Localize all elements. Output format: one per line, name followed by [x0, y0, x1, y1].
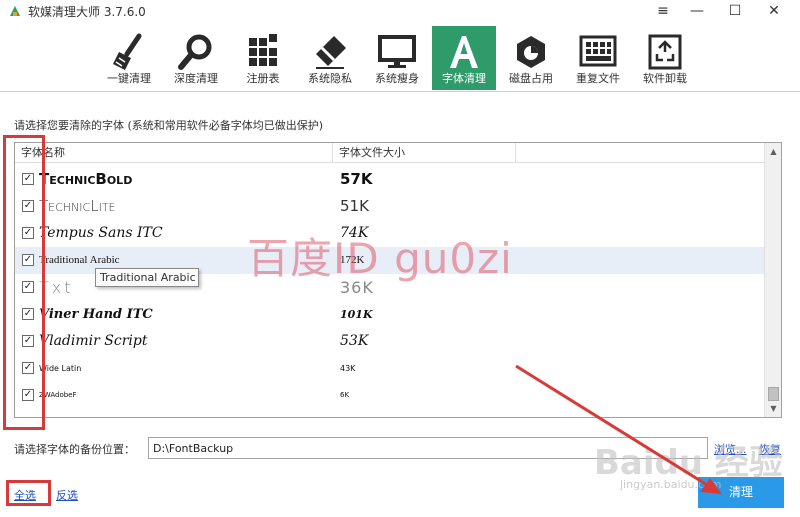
id-watermark: 百度ID gu0zi	[247, 234, 513, 283]
registry-blocks-icon	[231, 32, 295, 72]
tab-registry[interactable]: 注册表	[231, 26, 295, 90]
close-button[interactable]: ✕	[757, 0, 791, 22]
table-row[interactable]: ✓ ZWAdobeF 6K	[15, 382, 765, 409]
font-name: TechnicBold	[39, 170, 133, 188]
tab-duplicate-files[interactable]: 重复文件	[566, 26, 630, 90]
baidu-watermark: Baidu 经验	[594, 443, 783, 483]
window-title: 软媒清理大师 3.7.6.0	[28, 5, 146, 19]
scroll-up-arrow-icon[interactable]: ▲	[765, 143, 781, 160]
main-toolbar: 一键清理 深度清理 注册表 系统隐私 系统瘦身 字体清理 磁盘占用 重复文件 软…	[0, 22, 800, 92]
font-size: 53K	[340, 333, 369, 349]
font-name-tooltip: Traditional Arabic	[95, 268, 199, 287]
title-bar: 软媒清理大师 3.7.6.0 ≡ — ☐ ✕	[0, 0, 800, 22]
scroll-thumb[interactable]	[768, 387, 779, 401]
font-name: Wide Latin	[39, 364, 82, 373]
backup-location-label: 请选择字体的备份位置：	[14, 443, 135, 456]
table-row[interactable]: ✓ Vladimir Script 53K	[15, 328, 765, 355]
tool-label: 深度清理	[174, 72, 218, 85]
table-row[interactable]: ✓ Wide Latin 43K	[15, 355, 765, 382]
table-row[interactable]: ✓ Viner Hand ITC 101K	[15, 301, 765, 328]
tool-label: 系统瘦身	[375, 72, 419, 85]
font-size: 6K	[340, 391, 350, 399]
tool-label: 系统隐私	[308, 72, 352, 85]
column-header-file-size[interactable]: 字体文件大小	[333, 143, 516, 163]
tab-software-uninstall[interactable]: 软件卸载	[633, 26, 697, 90]
magnifier-icon	[164, 32, 228, 72]
vertical-scrollbar[interactable]: ▲ ▼	[764, 143, 781, 417]
table-header: 字体名称 字体文件大小	[15, 143, 765, 163]
tool-label: 重复文件	[576, 72, 620, 85]
tab-one-click-clean[interactable]: 一键清理	[97, 26, 161, 90]
tab-font-clean[interactable]: 字体清理	[432, 26, 496, 90]
tab-deep-clean[interactable]: 深度清理	[164, 26, 228, 90]
invert-selection-link[interactable]: 反选	[56, 487, 78, 503]
font-size: 101K	[340, 308, 373, 321]
recycle-icon	[633, 32, 697, 72]
scroll-down-arrow-icon[interactable]: ▼	[765, 400, 781, 417]
minimize-button[interactable]: —	[680, 0, 714, 22]
duplicate-grid-icon	[566, 32, 630, 72]
font-size: 51K	[340, 197, 369, 215]
app-logo-icon	[8, 4, 22, 18]
menu-button[interactable]: ≡	[646, 0, 680, 22]
font-a-icon	[432, 32, 496, 72]
tool-label: 字体清理	[442, 72, 486, 85]
tab-system-slim[interactable]: 系统瘦身	[365, 26, 429, 90]
column-header-font-name[interactable]: 字体名称	[15, 143, 333, 163]
maximize-button[interactable]: ☐	[718, 0, 752, 22]
baidu-watermark-url: jingyan.baidu.com	[620, 478, 722, 491]
broom-icon	[97, 32, 161, 72]
table-row[interactable]: ✓ TechnicBold 57K	[15, 166, 765, 193]
tab-disk-usage[interactable]: 磁盘占用	[499, 26, 563, 90]
monitor-icon	[365, 32, 429, 72]
select-all-highlight-annotation	[6, 480, 51, 506]
disk-icon	[499, 32, 563, 72]
font-name: Viner Hand ITC	[39, 307, 153, 322]
tool-label: 注册表	[246, 72, 280, 85]
font-name: Vladimir Script	[39, 333, 148, 349]
checkbox-highlight-annotation	[3, 135, 45, 430]
tool-label: 一键清理	[107, 72, 151, 85]
tab-system-privacy[interactable]: 系统隐私	[298, 26, 362, 90]
eraser-icon	[298, 32, 362, 72]
font-name: TechnicLite	[39, 197, 116, 215]
instruction-text: 请选择您要清除的字体 (系统和常用软件必备字体均已做出保护)	[14, 119, 324, 132]
tool-label: 软件卸载	[643, 72, 687, 85]
tool-label: 磁盘占用	[509, 72, 553, 85]
font-size: 43K	[340, 364, 356, 373]
font-size: 57K	[340, 170, 373, 188]
font-name: Tempus Sans ITC	[39, 225, 163, 241]
table-row[interactable]: ✓ TechnicLite 51K	[15, 193, 765, 220]
